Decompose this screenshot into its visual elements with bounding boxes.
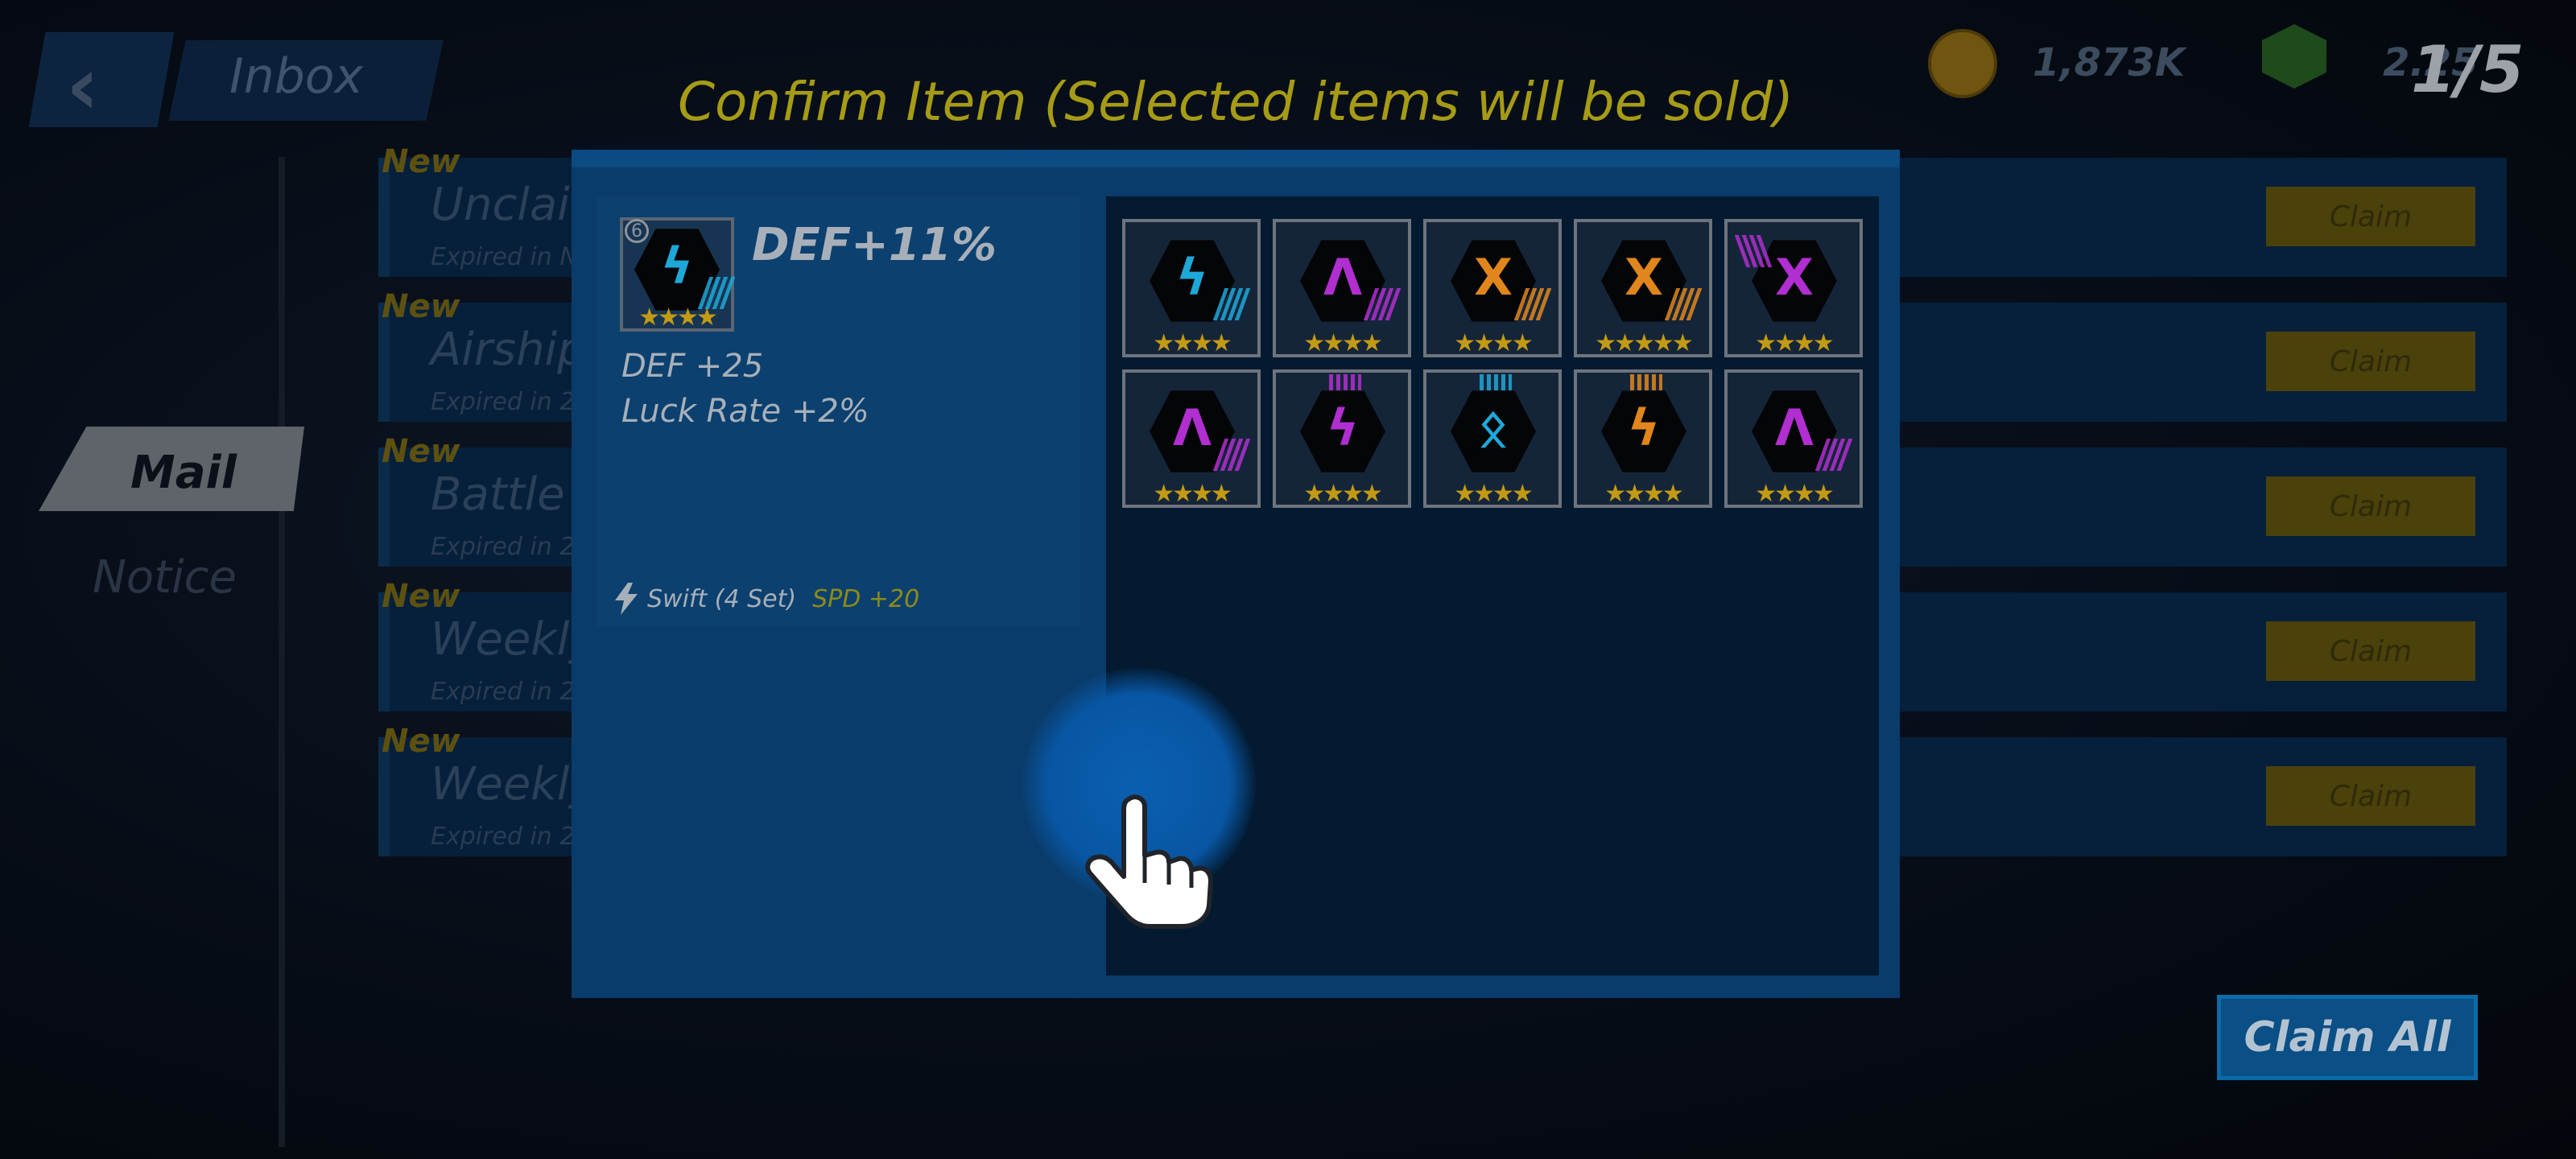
mail-expiry: Expired in 2 [431, 678, 576, 706]
sub-stat: Luck Rate +2% [621, 393, 869, 430]
new-badge: New [382, 288, 460, 325]
star-rating: ★★★★ [1755, 329, 1835, 357]
item-tile[interactable]: X ★★★★ [1724, 219, 1863, 357]
item-tile[interactable]: X ★★★★★ [1574, 219, 1712, 357]
lightning-icon: ϟ [1627, 398, 1661, 457]
item-tile[interactable]: Λ ★★★★ [1724, 369, 1863, 508]
star-rating: ★★★★ [1755, 480, 1835, 508]
item-level-badge: 6 [625, 219, 649, 243]
mail-expiry: Expired in 2 [431, 823, 576, 851]
mail-expiry: Expired in N [431, 243, 578, 271]
item-tile[interactable]: Λ ★★★★ [1273, 219, 1411, 357]
hand-cursor-icon [1085, 794, 1213, 929]
star-rating: ★★★★ [1454, 480, 1534, 508]
set-bonus: SPD +20 [812, 584, 920, 613]
claim-button[interactable]: Claim [2266, 332, 2475, 391]
claim-all-button[interactable]: Claim All [2217, 995, 2478, 1080]
claim-button[interactable]: Claim [2266, 187, 2475, 246]
mail-title: Battle [431, 468, 565, 521]
item-tile[interactable]: Λ ★★★★ [1122, 369, 1261, 508]
star-rating: ★★★★ [1303, 329, 1383, 357]
claim-button[interactable]: Claim [2266, 621, 2475, 681]
claim-button[interactable]: Claim [2266, 476, 2475, 536]
item-tile[interactable]: ᛟ ★★★★ [1423, 369, 1562, 508]
mail-expiry: Expired in 2 [431, 388, 576, 416]
item-tile[interactable]: ϟ ★★★★ [1273, 369, 1411, 508]
star-rating: ★★★★ [1303, 480, 1383, 508]
sidebar-divider [279, 157, 285, 1147]
tab-notice[interactable]: Notice [93, 551, 237, 604]
modal-title: Confirm Item (Selected items will be sol… [677, 71, 1794, 133]
rune-icon: ᛟ [1478, 398, 1509, 457]
mail-expiry: Expired in 2 [431, 533, 576, 561]
star-rating: ★★★★ [1454, 329, 1534, 357]
modal-header-bar [572, 150, 1900, 167]
sub-stat: DEF +25 [621, 348, 764, 385]
set-info: Swift (4 Set) SPD +20 [610, 581, 919, 617]
item-tile[interactable]: X ★★★★ [1423, 219, 1562, 357]
star-rating: ★★★★★ [1595, 329, 1693, 357]
item-main-stat: DEF+11% [752, 219, 997, 271]
new-badge: New [382, 578, 460, 615]
tab-mail-label: Mail [130, 447, 237, 499]
star-rating: ★★★★ [1153, 329, 1232, 357]
star-rating: ★★★★ [1604, 480, 1684, 508]
mail-title: Unclai [431, 179, 570, 231]
star-rating: ★★★★ [638, 303, 718, 332]
lightning-icon [615, 583, 638, 615]
mail-title: Airship [431, 324, 586, 376]
item-tile[interactable]: ϟ ★★★★ [1122, 219, 1261, 357]
new-badge: New [382, 433, 460, 470]
new-badge: New [382, 723, 460, 760]
set-name: Swift (4 Set) [647, 584, 797, 613]
new-badge: New [382, 143, 460, 180]
star-rating: ★★★★ [1153, 480, 1232, 508]
claim-button[interactable]: Claim [2266, 766, 2475, 826]
lightning-icon: ϟ [1326, 398, 1360, 457]
item-tile[interactable]: ϟ ★★★★ [1574, 369, 1712, 508]
